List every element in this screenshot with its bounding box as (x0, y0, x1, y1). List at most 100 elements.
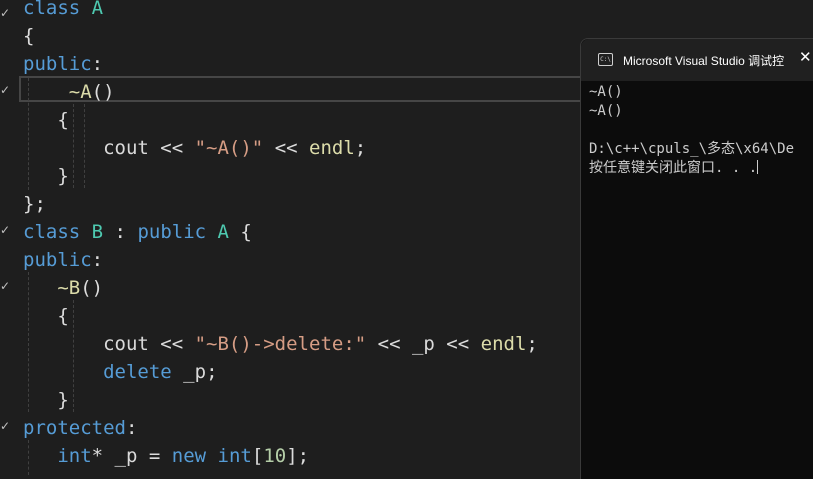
code-token: { (23, 109, 69, 131)
fold-marker-icon[interactable]: ✓ (0, 280, 10, 292)
code-token: } (23, 165, 69, 187)
code-token: class (23, 0, 81, 19)
code-token: } (23, 389, 69, 411)
code-token: << (434, 333, 481, 355)
code-token: 10 (263, 445, 287, 467)
code-token: { (228, 221, 252, 243)
console-window-title: Microsoft Visual Studio 调试控 (623, 54, 785, 68)
code-token: public (137, 221, 207, 243)
code-token: "~B()->delete:" (194, 333, 367, 355)
code-token: ]; (286, 445, 310, 467)
code-token: = (137, 445, 172, 467)
code-token: : (91, 249, 104, 271)
code-line[interactable]: { (23, 22, 34, 50)
code-line[interactable]: }; (23, 190, 46, 218)
console-output-text: ~A() (589, 84, 623, 100)
code-line[interactable]: cout << "~B()->delete:" << _p << endl; (23, 330, 538, 358)
console-output[interactable]: ~A() ~A() D:\c++\cpuls_\多态\x64\De 按任意键关闭此窗… (589, 83, 794, 178)
code-line[interactable]: delete _p; (23, 358, 218, 386)
console-output-text: ~A() (589, 103, 623, 119)
code-token: { (23, 25, 35, 47)
code-token: : (103, 221, 138, 243)
code-line[interactable]: { (23, 302, 69, 330)
code-line[interactable]: public: (23, 246, 103, 274)
debug-console-window[interactable]: C:\ Microsoft Visual Studio 调试控 ✕ ~A() ~A… (580, 38, 813, 479)
code-line[interactable]: { (23, 106, 69, 134)
fold-marker-icon[interactable]: ✓ (0, 224, 10, 236)
code-token: new (171, 445, 207, 467)
code-token: delete (103, 361, 172, 383)
code-line[interactable]: ~A() (23, 78, 115, 106)
code-line[interactable]: public: (23, 50, 103, 78)
text-cursor (757, 160, 759, 174)
console-output-text (589, 122, 597, 138)
code-token: cout (103, 333, 149, 355)
code-line[interactable]: protected: (23, 414, 137, 442)
code-token: ; (526, 333, 538, 355)
console-output-line: ~A() (589, 102, 794, 121)
code-token: () (91, 81, 115, 103)
console-output-line (589, 121, 794, 140)
close-icon[interactable]: ✕ (799, 48, 812, 66)
code-token: A (217, 221, 229, 243)
code-token: endl (480, 333, 527, 355)
code-token: { (23, 305, 69, 327)
code-line[interactable]: cout << "~A()" << endl; (23, 134, 366, 162)
console-titlebar[interactable]: C:\ Microsoft Visual Studio 调试控 ✕ (581, 39, 813, 81)
code-token: ~A (68, 81, 92, 103)
code-line[interactable]: } (23, 386, 69, 414)
code-token: << (148, 333, 195, 355)
code-token: public (23, 53, 92, 75)
code-token: _p (183, 361, 207, 383)
code-line[interactable]: class B : public A { (23, 218, 252, 246)
console-app-icon: C:\ (598, 53, 613, 66)
code-token: }; (23, 193, 46, 215)
code-token: : (125, 417, 138, 439)
code-token: A (91, 0, 104, 19)
fold-marker-icon[interactable]: ✓ (0, 420, 10, 432)
code-token: () (80, 277, 104, 299)
code-token: B (91, 221, 104, 243)
code-token: ~B (57, 277, 81, 299)
code-token: << (263, 137, 310, 159)
code-line[interactable]: int* _p = new int[10]; (23, 442, 309, 470)
code-token: << (366, 333, 412, 355)
console-output-text: D:\c++\cpuls_\多态\x64\De (589, 141, 795, 157)
code-token: ; (206, 361, 218, 383)
code-token: cout (103, 137, 149, 159)
code-token: protected (23, 417, 126, 439)
code-token: "~A()" (194, 137, 264, 159)
code-token: << (148, 137, 195, 159)
code-token: endl (309, 137, 355, 159)
console-output-line: ~A() (589, 83, 794, 102)
code-line[interactable]: } (23, 162, 69, 190)
code-token: ; (354, 137, 367, 159)
code-token: : (91, 53, 104, 75)
console-output-line: 按任意键关闭此窗口. . . (589, 159, 794, 178)
console-output-text: 按任意键关闭此窗口. . . (589, 160, 758, 176)
code-token: _p (114, 445, 138, 467)
code-token: public (23, 249, 92, 271)
code-token: _p (411, 333, 435, 355)
code-line[interactable]: class A (23, 0, 103, 22)
code-token: int (217, 445, 252, 467)
code-token: int (57, 445, 92, 467)
code-token: [ (251, 445, 264, 467)
fold-marker-icon[interactable]: ✓ (0, 7, 10, 19)
fold-marker-icon[interactable]: ✓ (0, 84, 10, 96)
console-output-line: D:\c++\cpuls_\多态\x64\De (589, 140, 794, 159)
code-token: * (91, 445, 115, 467)
code-token: class (23, 221, 81, 243)
code-line[interactable]: ~B() (23, 274, 103, 302)
